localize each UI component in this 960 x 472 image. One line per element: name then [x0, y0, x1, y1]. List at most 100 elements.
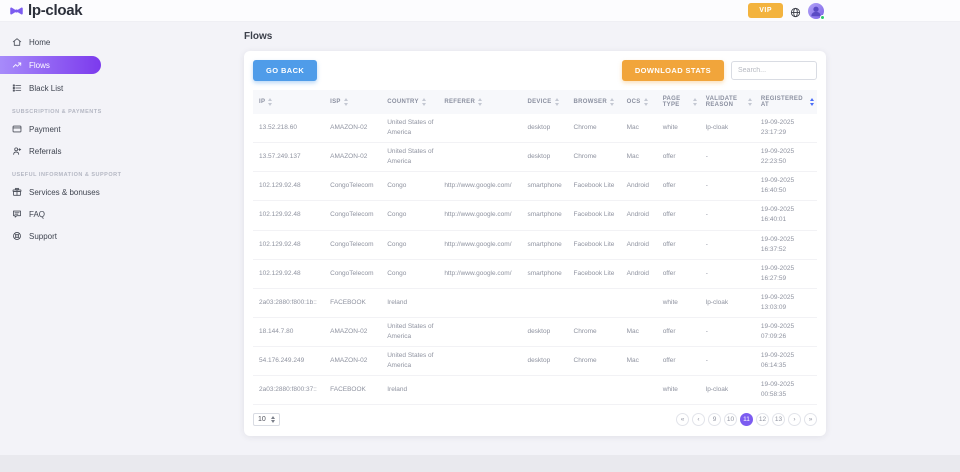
cell-browser: Chrome — [568, 143, 621, 172]
cell-isp: CongoTelecom — [324, 201, 381, 230]
sidebar-item-home[interactable]: Home — [0, 32, 230, 52]
cell-ip: 18.144.7.80 — [253, 317, 324, 346]
card-toolbar: GO BACK DOWNLOAD STATS — [244, 51, 826, 90]
pagination: «‹910111213›» — [676, 413, 817, 426]
cell-validate-reason: - — [700, 201, 755, 230]
cell-isp: CongoTelecom — [324, 230, 381, 259]
cell-browser: Facebook Lite — [568, 230, 621, 259]
page-title: Flows — [244, 31, 960, 42]
table-row: 102.129.92.48CongoTelecomCongohttp://www… — [253, 230, 817, 259]
cell-device: desktop — [521, 347, 567, 376]
cell-device — [521, 288, 567, 317]
flows-card: GO BACK DOWNLOAD STATS IPISPCOUNTRYREFER… — [244, 51, 826, 436]
column-header-registered-at[interactable]: REGISTERED AT — [755, 90, 817, 114]
cell-ocs: Android — [621, 230, 657, 259]
cell-browser: Chrome — [568, 317, 621, 346]
first-page-button[interactable]: « — [676, 413, 689, 426]
cell-referer: http://www.google.com/ — [438, 172, 521, 201]
spinner-arrows-icon — [271, 416, 275, 423]
cell-ip: 102.129.92.48 — [253, 172, 324, 201]
blacklist-icon — [12, 83, 22, 93]
vip-button[interactable]: VIP — [748, 3, 783, 18]
cell-isp: FACEBOOK — [324, 288, 381, 317]
sort-icon — [810, 98, 814, 106]
cell-ocs: Mac — [621, 143, 657, 172]
cell-referer — [438, 288, 521, 317]
column-header-device[interactable]: DEVICE — [521, 90, 567, 114]
cell-browser: Chrome — [568, 347, 621, 376]
cell-country: Congo — [381, 230, 438, 259]
sidebar-item-black-list[interactable]: Black List — [0, 78, 230, 98]
cell-device — [521, 376, 567, 405]
cell-country: Ireland — [381, 376, 438, 405]
cell-ocs: Mac — [621, 317, 657, 346]
cell-referer — [438, 317, 521, 346]
column-header-isp[interactable]: ISP — [324, 90, 381, 114]
cell-page-type: offer — [657, 172, 700, 201]
cell-country: United States of America — [381, 347, 438, 376]
language-globe-icon[interactable] — [790, 5, 801, 16]
home-icon — [12, 37, 22, 47]
last-page-button[interactable]: » — [804, 413, 817, 426]
table-row: 102.129.92.48CongoTelecomCongohttp://www… — [253, 172, 817, 201]
cell-isp: CongoTelecom — [324, 259, 381, 288]
cell-validate-reason: lp-cloak — [700, 288, 755, 317]
sort-icon — [644, 98, 648, 106]
cell-ocs — [621, 288, 657, 317]
sort-icon — [748, 98, 752, 106]
table-row: 18.144.7.80AMAZON-02United States of Ame… — [253, 317, 817, 346]
sidebar-item-faq[interactable]: FAQ — [0, 204, 230, 224]
next-page-button[interactable]: › — [788, 413, 801, 426]
column-header-validate-reason[interactable]: VALIDATE REASON — [700, 90, 755, 114]
cell-device: desktop — [521, 114, 567, 143]
cell-ocs: Mac — [621, 347, 657, 376]
sidebar-item-label: Flows — [29, 61, 50, 70]
chat-bubble-icon — [12, 209, 22, 219]
cell-page-type: offer — [657, 347, 700, 376]
download-stats-button[interactable]: DOWNLOAD STATS — [622, 60, 724, 81]
table-row: 102.129.92.48CongoTelecomCongohttp://www… — [253, 259, 817, 288]
cell-isp: AMAZON-02 — [324, 114, 381, 143]
cell-isp: AMAZON-02 — [324, 143, 381, 172]
section-title: USEFUL INFORMATION & SUPPORT — [12, 172, 121, 178]
page-size-select[interactable]: 10 — [253, 413, 280, 426]
cell-referer: http://www.google.com/ — [438, 230, 521, 259]
page-button-12[interactable]: 12 — [756, 413, 769, 426]
sort-icon — [693, 98, 697, 106]
column-header-ip[interactable]: IP — [253, 90, 324, 114]
sidebar-item-referrals[interactable]: Referrals — [0, 141, 230, 161]
main-content: Flows GO BACK DOWNLOAD STATS IPISPCOUNTR… — [230, 22, 960, 455]
cell-referer: http://www.google.com/ — [438, 259, 521, 288]
column-header-country[interactable]: COUNTRY — [381, 90, 438, 114]
search-input[interactable] — [731, 61, 817, 80]
cell-page-type: offer — [657, 230, 700, 259]
column-header-referer[interactable]: REFERER — [438, 90, 521, 114]
go-back-button[interactable]: GO BACK — [253, 60, 317, 81]
sidebar-item-support[interactable]: Support — [0, 226, 230, 246]
cell-device: desktop — [521, 317, 567, 346]
flows-table: IPISPCOUNTRYREFERERDEVICEBROWSEROCSPAGE … — [253, 90, 817, 405]
sidebar-item-label: FAQ — [29, 210, 45, 219]
sort-icon — [555, 98, 559, 106]
cell-ip: 102.129.92.48 — [253, 201, 324, 230]
column-header-browser[interactable]: BROWSER — [568, 90, 621, 114]
column-header-ocs[interactable]: OCS — [621, 90, 657, 114]
cell-registered-at: 19-09-2025 23:17:29 — [755, 114, 817, 143]
bowtie-logo-icon — [9, 6, 24, 16]
sidebar-item-payment[interactable]: Payment — [0, 119, 230, 139]
cell-referer — [438, 114, 521, 143]
app-logo[interactable]: lp-cloak — [9, 2, 82, 19]
sidebar-item-services-bonuses[interactable]: Services & bonuses — [0, 182, 230, 202]
page-size-value: 10 — [258, 416, 266, 423]
column-header-page-type[interactable]: PAGE TYPE — [657, 90, 700, 114]
page-button-13[interactable]: 13 — [772, 413, 785, 426]
page-button-9[interactable]: 9 — [708, 413, 721, 426]
sidebar-item-flows[interactable]: Flows — [0, 56, 101, 74]
user-avatar[interactable] — [808, 3, 824, 19]
cell-ocs — [621, 376, 657, 405]
page-button-11[interactable]: 11 — [740, 413, 753, 426]
page-button-10[interactable]: 10 — [724, 413, 737, 426]
cell-browser: Facebook Lite — [568, 259, 621, 288]
prev-page-button[interactable]: ‹ — [692, 413, 705, 426]
sidebar: Home Flows Black List SUBSCRIPTION & PAY… — [0, 22, 230, 455]
